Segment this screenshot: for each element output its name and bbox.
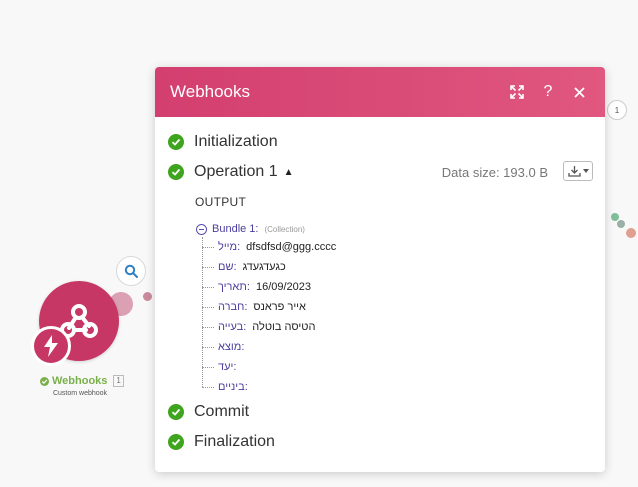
bundle-toggle[interactable]: Bundle 1: (Collection) <box>196 221 593 237</box>
step-finalization[interactable]: Finalization <box>168 427 593 457</box>
module-name: Webhooks <box>52 375 108 387</box>
bundle-row: בעייה: הטיסה בוטלה <box>202 317 593 337</box>
check-icon <box>168 434 184 450</box>
output-section-label: OUTPUT <box>195 195 247 209</box>
bundle-key: מוצא: <box>218 341 245 353</box>
step-initialization[interactable]: Initialization <box>168 127 593 157</box>
step-label: Initialization <box>194 133 278 150</box>
bundle-value[interactable]: dfsdfsd@ggg.cccc <box>246 241 336 253</box>
side-module-count[interactable]: 1 <box>607 100 627 120</box>
bundle-key: חברה: <box>218 301 248 313</box>
bundle-key: ביניים: <box>218 381 248 393</box>
inspect-output-bubble[interactable] <box>116 256 146 286</box>
bundle-value[interactable]: אייר פראנס <box>253 301 306 313</box>
steps-bottom: Commit Finalization <box>168 397 593 457</box>
bundle-row: שם: כגעדגעדג <box>202 257 593 277</box>
dialog-header: Webhooks ? <box>155 67 605 117</box>
module-op-count: 1 <box>113 375 124 387</box>
help-icon: ? <box>543 83 553 100</box>
step-commit[interactable]: Commit <box>168 397 593 427</box>
instant-trigger-badge <box>31 326 71 366</box>
bundle-type: (Collection) <box>264 224 305 234</box>
dialog-title: Webhooks <box>170 82 251 101</box>
canvas-dot <box>617 220 625 228</box>
close-icon <box>573 86 585 98</box>
bundle-key: תאריך: <box>218 281 250 293</box>
bundle-key: בעייה: <box>218 321 247 333</box>
status-ok-icon <box>40 376 49 386</box>
collapse-caret-icon[interactable]: ▲ <box>284 167 294 178</box>
lightning-icon <box>44 335 58 357</box>
bundle-row: חברה: אייר פראנס <box>202 297 593 317</box>
step-operation[interactable]: Operation 1 ▲ Data size: 193.0 B <box>168 157 593 187</box>
execution-inspector-dialog: Webhooks ? Initialization Operation 1 ▲ … <box>155 67 605 472</box>
module-subtitle: Custom webhook <box>52 390 108 397</box>
bundle-key: מייל: <box>218 241 241 253</box>
close-button[interactable] <box>568 81 590 103</box>
check-icon <box>168 134 184 150</box>
expand-icon <box>510 85 524 99</box>
bundle-key: יעד: <box>218 361 237 373</box>
step-label: Operation 1 <box>194 163 278 180</box>
side-module-count-text: 1 <box>614 105 620 115</box>
check-icon <box>168 164 184 180</box>
step-label: Finalization <box>194 433 275 450</box>
bundle-value[interactable]: הטיסה בוטלה <box>252 321 315 333</box>
download-icon <box>567 165 581 177</box>
check-icon <box>168 404 184 420</box>
bundle-value[interactable]: 16/09/2023 <box>256 281 311 293</box>
step-label: Commit <box>194 403 250 420</box>
collapse-minus-icon <box>196 223 207 235</box>
expand-button[interactable] <box>506 81 528 103</box>
bundle-title: Bundle 1: <box>212 223 259 235</box>
help-button[interactable]: ? <box>537 81 559 103</box>
bundle-row: יעד: <box>202 357 593 377</box>
bundle-row: מייל: dfsdfsd@ggg.cccc <box>202 237 593 257</box>
bundle-key: שם: <box>218 261 237 273</box>
bundle-row: ביניים: <box>202 377 593 397</box>
canvas-dot <box>626 228 636 238</box>
chevron-down-icon <box>582 169 589 173</box>
bundle-row: מוצא: <box>202 337 593 357</box>
download-output-button[interactable] <box>563 161 593 181</box>
bundle-row: תאריך: 16/09/2023 <box>202 277 593 297</box>
search-icon <box>124 264 138 278</box>
dialog-body: Initialization Operation 1 ▲ Data size: … <box>155 117 605 457</box>
bundle-value[interactable]: כגעדגעדג <box>243 261 286 273</box>
module-name-label[interactable]: Webhooks 1 <box>40 375 125 387</box>
bundle-rows: מייל: dfsdfsd@ggg.cccc שם: כגעדגעדג תאריך:… <box>202 237 593 397</box>
canvas-dot <box>143 292 152 301</box>
data-size: Data size: 193.0 B <box>441 164 548 180</box>
